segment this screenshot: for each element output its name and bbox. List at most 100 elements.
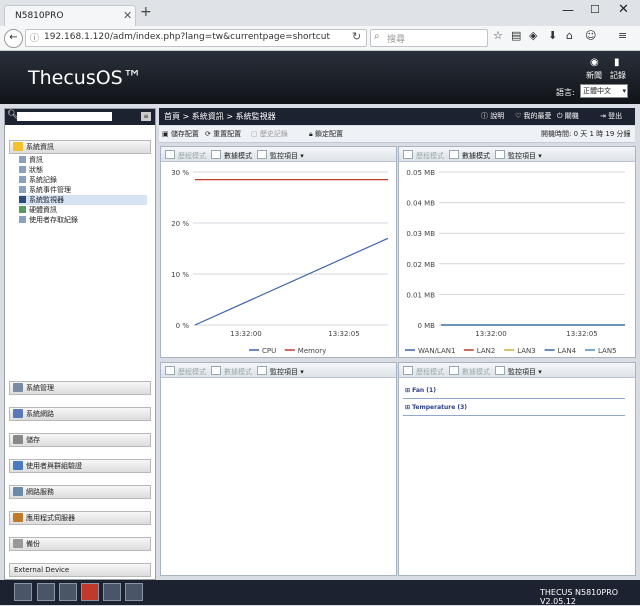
checkbox-icon [449, 366, 459, 375]
legend-label: LAN2 [477, 347, 496, 355]
history-mode-button[interactable]: 歷程模式 [403, 366, 444, 377]
reset-config-button[interactable]: ⟳ 重置配置 [205, 129, 241, 139]
storage-icon [13, 435, 23, 444]
monitor-shortcut-icon[interactable] [14, 583, 32, 601]
data-mode-button[interactable]: 數據模式 [449, 150, 490, 161]
language-label: 語言: [556, 88, 575, 97]
history-mode-label: 歷程模式 [416, 368, 444, 376]
sidebar-item-hardware-info[interactable]: 硬體資訊 [19, 205, 57, 215]
legend-label: WAN/LAN1 [418, 347, 455, 355]
history-mode-button[interactable]: 歷程模式 [165, 150, 206, 161]
rss-icon[interactable]: ◉ [590, 57, 599, 68]
fan-shortcut-icon[interactable] [59, 583, 77, 601]
checkbox-icon [495, 366, 505, 375]
minimize-icon[interactable]: — [562, 3, 574, 17]
logout-link[interactable]: ⇥ 登出 [600, 111, 622, 121]
section-backup[interactable]: 備份 [9, 537, 151, 551]
monitor-items-button[interactable]: 監控項目 ▾ [495, 150, 542, 161]
section-label: 網路服務 [26, 488, 54, 496]
menu-icon[interactable]: ≡ [618, 29, 627, 42]
sidebar-item-user-access-log[interactable]: 使用者存取紀錄 [19, 215, 78, 225]
section-app-server[interactable]: 應用程式伺服器 [9, 511, 151, 525]
backup-icon [13, 539, 23, 548]
section-system-info[interactable]: 系統資訊 [9, 140, 151, 154]
data-mode-label: 數據模式 [224, 368, 252, 376]
new-tab-icon[interactable]: + [140, 4, 152, 20]
sidebar-item-system-log[interactable]: 系統記錄 [19, 175, 57, 185]
history-mode-button[interactable]: 歷程模式 [165, 366, 206, 377]
breadcrumb[interactable]: 首頁 > 系統資訊 > 系統監視器 [164, 111, 276, 122]
section-system-network[interactable]: 系統網路 [9, 407, 151, 421]
sidebar-search-button[interactable]: ≡ [141, 112, 151, 121]
reload-icon[interactable]: ↻ [352, 30, 361, 43]
sidebar-item-label: 系統事件管理 [29, 186, 71, 194]
window-close-icon[interactable]: ✕ [618, 2, 629, 17]
close-tab-icon[interactable]: ✕ [123, 9, 132, 22]
section-external-device[interactable]: External Device [9, 563, 151, 577]
sidebar-item-label: 系統記錄 [29, 176, 57, 184]
data-mode-button[interactable]: 數據模式 [449, 366, 490, 377]
log-label[interactable]: 記錄 [610, 70, 626, 81]
temperature-node[interactable]: ⊞ Temperature (3) [405, 404, 467, 411]
section-system-management[interactable]: 系統管理 [9, 381, 151, 395]
url-bar[interactable]: ⓘ 192.168.1.120/adm/index.php?lang=tw&cu… [25, 29, 367, 47]
save-config-button[interactable]: ▣ 儲存配置 [162, 129, 199, 139]
pocket-icon[interactable]: ◈ [529, 29, 537, 42]
sidebar: 🔍︎ ≡ 系統資訊 資訊 狀態 系統記錄 系統事件管理 系統監視器 硬體資訊 使… [4, 108, 156, 580]
help-link[interactable]: ⓘ 說明 [481, 111, 504, 121]
monitor-items-label: 監控項目 [270, 368, 298, 376]
fan-node[interactable]: ⊞ Fan (1) [405, 387, 436, 394]
user-log-icon [19, 216, 26, 223]
log-icon[interactable]: ▮ [614, 57, 620, 68]
event-icon [19, 186, 26, 193]
download-icon[interactable]: ⬇ [548, 29, 557, 42]
data-mode-button[interactable]: 數據模式 [211, 366, 252, 377]
favorite-link[interactable]: ♡ 我的最愛 [515, 111, 552, 121]
maximize-icon[interactable]: ☐ [590, 3, 600, 16]
lock-config-button[interactable]: 🔒︎ 鎖定配置 [309, 129, 343, 139]
y-tick-label: 0.03 MB [406, 230, 435, 238]
sidebar-item-info[interactable]: 資訊 [19, 155, 43, 165]
history-button[interactable]: ▢ 歷史記錄 [251, 129, 288, 139]
section-storage[interactable]: 儲存 [9, 433, 151, 447]
monitor-items-button[interactable]: 監控項目 ▾ [257, 150, 304, 161]
y-tick-label: 0.01 MB [406, 291, 435, 299]
network-shortcut-icon[interactable] [125, 583, 143, 601]
disk-shortcut-icon[interactable] [37, 583, 55, 601]
bookmark-star-icon[interactable]: ☆ [493, 29, 503, 42]
back-icon[interactable]: ← [4, 29, 23, 48]
hardware-icon [19, 206, 26, 213]
emoji-icon[interactable]: ☺ [585, 29, 596, 42]
reading-list-icon[interactable]: ▤ [511, 29, 521, 42]
browser-tab[interactable]: N5810PRO ✕ [4, 5, 136, 27]
thecus-logo: ThecusOS™ [28, 67, 142, 89]
monitor-items-button[interactable]: 監控項目 ▾ [257, 366, 304, 377]
divider [403, 398, 625, 399]
data-mode-button[interactable]: 數據模式 [211, 150, 252, 161]
temperature-shortcut-icon[interactable] [103, 583, 121, 601]
power-shortcut-icon[interactable] [81, 583, 99, 601]
users-icon [13, 461, 23, 470]
sidebar-item-event-management[interactable]: 系統事件管理 [19, 185, 71, 195]
history-mode-button[interactable]: 歷程模式 [403, 150, 444, 161]
home-icon[interactable]: ⌂ [566, 29, 573, 42]
browser-search-input[interactable]: ⌕ 搜尋 [370, 29, 488, 47]
monitor-items-button[interactable]: 監控項目 ▾ [495, 366, 542, 377]
sidebar-search-bar: 🔍︎ ≡ [5, 109, 155, 125]
panel-toolbar: 歷程模式 數據模式 監控項目 ▾ [399, 147, 635, 162]
shutdown-link[interactable]: ⏻ 關機 [557, 111, 579, 121]
section-network-service[interactable]: 網路服務 [9, 485, 151, 499]
sidebar-item-system-monitor[interactable]: 系統監視器 [19, 195, 147, 205]
checkbox-icon [257, 366, 267, 375]
language-select[interactable]: 正體中文 ▾ [580, 84, 628, 98]
lan-chart: 0.05 MB 0.04 MB 0.03 MB 0.02 MB 0.01 MB 0 MB 1… [405, 169, 625, 355]
y-tick-label: 10 % [171, 271, 189, 279]
section-user-group[interactable]: 使用者與群組驗證 [9, 459, 151, 473]
favorite-label: 我的最愛 [523, 112, 552, 120]
news-label[interactable]: 新聞 [586, 70, 602, 81]
sidebar-search-input[interactable] [17, 112, 112, 121]
history-mode-label: 歷程模式 [178, 368, 206, 376]
sidebar-item-status[interactable]: 狀態 [19, 165, 43, 175]
tools-icon [13, 383, 23, 392]
status-bar: THECUS N5810PRO V2.05.12 [0, 580, 640, 606]
